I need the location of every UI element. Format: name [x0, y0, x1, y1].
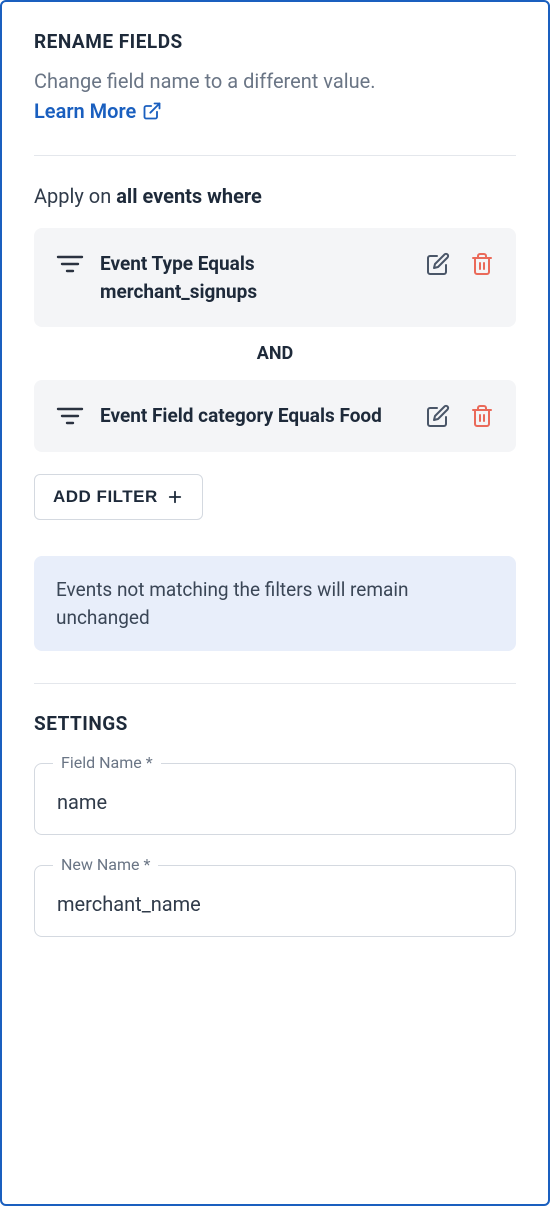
- plus-icon: [166, 488, 184, 506]
- filter-text: Event Field category Equals Food: [100, 402, 408, 430]
- new-name-label: New Name *: [53, 855, 158, 874]
- filter-connector: AND: [34, 343, 516, 364]
- divider: [34, 155, 516, 156]
- add-filter-button[interactable]: ADD FILTER: [34, 474, 203, 520]
- delete-filter-button[interactable]: [468, 402, 496, 430]
- filter-icon: [56, 254, 84, 278]
- filter-text: Event Type Equals merchant_signups: [100, 250, 408, 305]
- add-filter-label: ADD FILTER: [53, 487, 158, 507]
- learn-more-link[interactable]: Learn More: [34, 99, 162, 123]
- settings-title: SETTINGS: [34, 712, 516, 735]
- trash-icon: [470, 404, 494, 428]
- edit-filter-button[interactable]: [424, 250, 452, 278]
- learn-more-label: Learn More: [34, 99, 136, 123]
- panel-description: Change field name to a different value.: [34, 67, 516, 95]
- new-name-input[interactable]: [57, 892, 493, 916]
- panel-title: RENAME FIELDS: [34, 30, 516, 53]
- edit-filter-button[interactable]: [424, 402, 452, 430]
- edit-icon: [426, 404, 450, 428]
- rename-fields-panel: RENAME FIELDS Change field name to a dif…: [0, 0, 550, 1206]
- external-link-icon: [142, 101, 162, 121]
- filter-icon: [56, 406, 84, 430]
- divider: [34, 683, 516, 684]
- edit-icon: [426, 252, 450, 276]
- filter-actions: [424, 402, 496, 430]
- filter-card: Event Field category Equals Food: [34, 380, 516, 452]
- apply-on-text: Apply on all events where: [34, 184, 516, 208]
- field-name-label: Field Name *: [53, 753, 161, 772]
- filter-actions: [424, 250, 496, 278]
- filter-info-box: Events not matching the filters will rem…: [34, 556, 516, 651]
- delete-filter-button[interactable]: [468, 250, 496, 278]
- filter-card: Event Type Equals merchant_signups: [34, 228, 516, 327]
- field-name-input[interactable]: [57, 790, 493, 814]
- new-name-group: New Name *: [34, 865, 516, 937]
- trash-icon: [470, 252, 494, 276]
- field-name-group: Field Name *: [34, 763, 516, 835]
